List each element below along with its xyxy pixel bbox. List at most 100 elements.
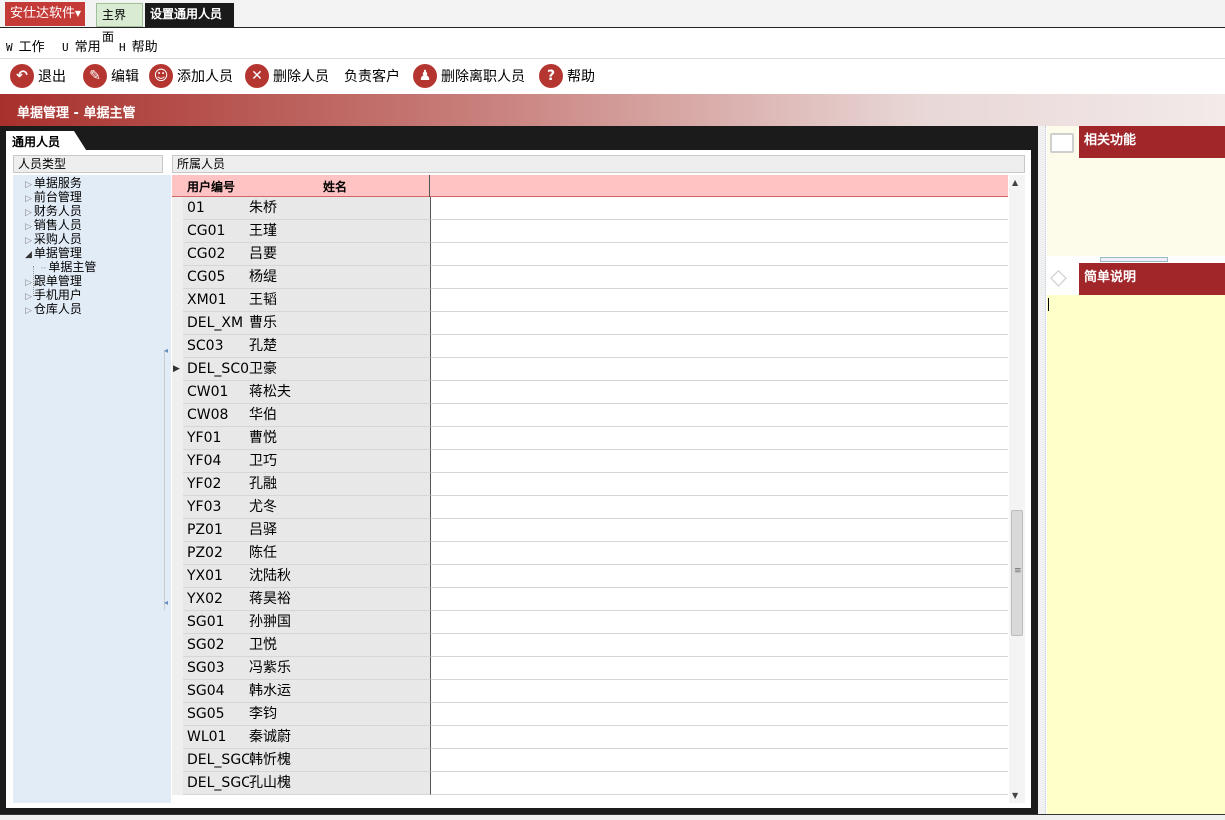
- cell-name[interactable]: 华伯: [249, 404, 430, 427]
- row-header[interactable]: [172, 657, 183, 680]
- cell-name[interactable]: 曹悦: [249, 427, 430, 450]
- table-row[interactable]: DEL_SGC 韩忻槐: [172, 749, 1008, 772]
- scrollbar-thumb[interactable]: ≡: [1011, 510, 1023, 636]
- table-row[interactable]: CG05 杨缇: [172, 266, 1008, 289]
- tree-node[interactable]: ▷ 仓库人员: [25, 302, 82, 318]
- cell-user-id[interactable]: 01: [183, 197, 249, 220]
- cell-name[interactable]: 王瑾: [249, 220, 430, 243]
- table-row[interactable]: YF04 卫巧: [172, 450, 1008, 473]
- row-header[interactable]: [172, 243, 183, 266]
- panel-resize-handle[interactable]: [1100, 257, 1168, 262]
- table-row[interactable]: CW08 华伯: [172, 404, 1008, 427]
- cell-user-id[interactable]: SG01: [183, 611, 249, 634]
- row-header[interactable]: [172, 473, 183, 496]
- cell-empty[interactable]: [430, 266, 1008, 289]
- table-row[interactable]: ▶ DEL_SC0 卫豪: [172, 358, 1008, 381]
- cell-name[interactable]: 李钧: [249, 703, 430, 726]
- responsible-customers-button[interactable]: 负责客户: [344, 63, 400, 89]
- column-header-name[interactable]: 姓名: [323, 178, 347, 195]
- cell-name[interactable]: 尤冬: [249, 496, 430, 519]
- cell-name[interactable]: 曹乐: [249, 312, 430, 335]
- row-header[interactable]: [172, 335, 183, 358]
- cell-empty[interactable]: [430, 289, 1008, 312]
- row-header[interactable]: [172, 289, 183, 312]
- cell-empty[interactable]: [430, 220, 1008, 243]
- cell-user-id[interactable]: XM01: [183, 289, 249, 312]
- table-row[interactable]: SG04 韩水运: [172, 680, 1008, 703]
- row-header[interactable]: [172, 519, 183, 542]
- table-row[interactable]: CW01 蒋松夫: [172, 381, 1008, 404]
- cell-empty[interactable]: [430, 634, 1008, 657]
- row-header[interactable]: [172, 565, 183, 588]
- cell-user-id[interactable]: SG05: [183, 703, 249, 726]
- cell-name[interactable]: 孙翀国: [249, 611, 430, 634]
- cell-empty[interactable]: [430, 565, 1008, 588]
- cell-empty[interactable]: [430, 519, 1008, 542]
- cell-empty[interactable]: [430, 243, 1008, 266]
- cell-name[interactable]: 沈陆秋: [249, 565, 430, 588]
- row-header[interactable]: [172, 703, 183, 726]
- cell-name[interactable]: 王韬: [249, 289, 430, 312]
- cell-empty[interactable]: [430, 312, 1008, 335]
- cell-empty[interactable]: [430, 358, 1008, 381]
- cell-empty[interactable]: [430, 404, 1008, 427]
- menu-common[interactable]: U 常用: [62, 36, 101, 55]
- row-header[interactable]: [172, 266, 183, 289]
- cell-user-id[interactable]: SG02: [183, 634, 249, 657]
- cell-empty[interactable]: [430, 749, 1008, 772]
- column-header-user-id[interactable]: 用户编号: [187, 178, 235, 195]
- cell-empty[interactable]: [430, 197, 1008, 220]
- cell-empty[interactable]: [430, 381, 1008, 404]
- row-header[interactable]: [172, 450, 183, 473]
- table-row[interactable]: DEL_SGC 孔山槐: [172, 772, 1008, 795]
- scroll-down-icon[interactable]: ▼: [1012, 791, 1018, 800]
- cell-name[interactable]: 孔山槐: [249, 772, 430, 795]
- row-header[interactable]: [172, 749, 183, 772]
- table-row[interactable]: PZ02 陈任: [172, 542, 1008, 565]
- cell-user-id[interactable]: DEL_SGC: [183, 772, 249, 795]
- table-row[interactable]: SG01 孙翀国: [172, 611, 1008, 634]
- cell-name[interactable]: 孔楚: [249, 335, 430, 358]
- right-panel-splitter[interactable]: [1038, 126, 1046, 816]
- table-row[interactable]: SG02 卫悦: [172, 634, 1008, 657]
- cell-empty[interactable]: [430, 680, 1008, 703]
- cell-user-id[interactable]: CG02: [183, 243, 249, 266]
- cell-user-id[interactable]: CG01: [183, 220, 249, 243]
- add-person-button[interactable]: ☺ 添加人员: [149, 63, 233, 89]
- cell-empty[interactable]: [430, 726, 1008, 749]
- row-header[interactable]: [172, 726, 183, 749]
- panel-splitter[interactable]: ◂ ◂: [164, 346, 170, 610]
- cell-name[interactable]: 卫悦: [249, 634, 430, 657]
- cell-name[interactable]: 孔融: [249, 473, 430, 496]
- cell-empty[interactable]: [430, 335, 1008, 358]
- cell-user-id[interactable]: YX02: [183, 588, 249, 611]
- row-header[interactable]: ▶: [172, 358, 183, 381]
- cell-user-id[interactable]: PZ01: [183, 519, 249, 542]
- row-header[interactable]: [172, 427, 183, 450]
- cell-name[interactable]: 吕要: [249, 243, 430, 266]
- cell-empty[interactable]: [430, 542, 1008, 565]
- cell-empty[interactable]: [430, 703, 1008, 726]
- cell-name[interactable]: 陈任: [249, 542, 430, 565]
- row-header[interactable]: [172, 312, 183, 335]
- row-header[interactable]: [172, 381, 183, 404]
- cell-user-id[interactable]: CG05: [183, 266, 249, 289]
- cell-empty[interactable]: [430, 657, 1008, 680]
- menu-work[interactable]: W 工作: [6, 36, 45, 55]
- table-row[interactable]: SC03 孔楚: [172, 335, 1008, 358]
- scroll-up-icon[interactable]: ▲: [1012, 178, 1018, 187]
- table-row[interactable]: YX02 蒋昊裕: [172, 588, 1008, 611]
- cell-empty[interactable]: [430, 473, 1008, 496]
- cell-empty[interactable]: [430, 450, 1008, 473]
- cell-user-id[interactable]: YF02: [183, 473, 249, 496]
- table-row[interactable]: YF01 曹悦: [172, 427, 1008, 450]
- exit-button[interactable]: ↶ 退出: [10, 63, 66, 89]
- row-header[interactable]: [172, 588, 183, 611]
- cell-user-id[interactable]: PZ02: [183, 542, 249, 565]
- cell-name[interactable]: 蒋松夫: [249, 381, 430, 404]
- cell-name[interactable]: 吕驿: [249, 519, 430, 542]
- table-row[interactable]: WL01 秦诚蔚: [172, 726, 1008, 749]
- cell-user-id[interactable]: WL01: [183, 726, 249, 749]
- cell-empty[interactable]: [430, 611, 1008, 634]
- table-row[interactable]: 01 朱桥: [172, 197, 1008, 220]
